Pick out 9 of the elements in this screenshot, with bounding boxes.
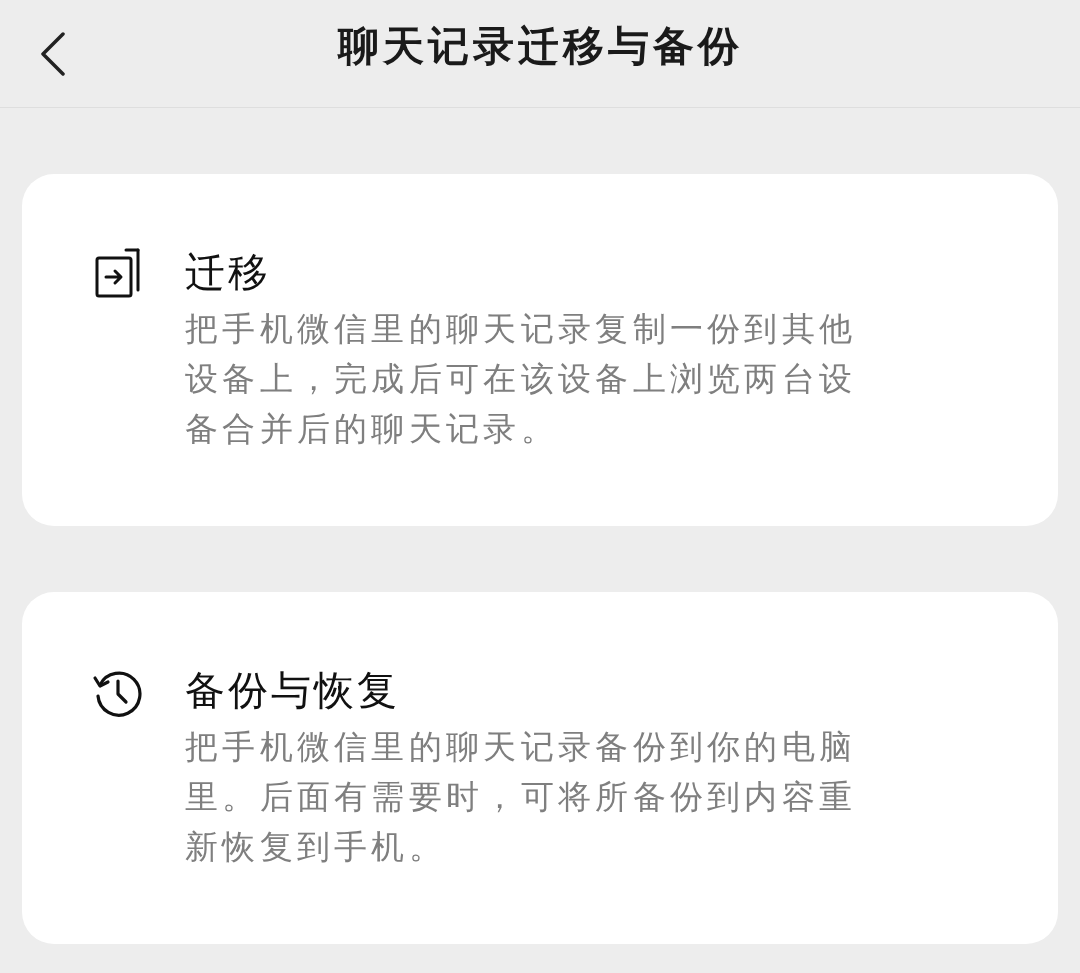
page-title: 聊天记录迁移与备份	[336, 21, 744, 72]
card-description: 把手机微信里的聊天记录备份到你的电脑里。后面有需要时，可将所备份到内容重新恢复到手机。	[185, 726, 858, 868]
option-card[interactable]: 备份与恢复 把手机微信里的聊天记录备份到你的电脑里。后面有需要时，可将所备份到内容重新恢复到手机。	[22, 592, 1058, 944]
card-title: 迁移	[185, 248, 272, 297]
import-icon	[93, 248, 142, 298]
card-title: 备份与恢复	[185, 666, 401, 715]
card-description: 把手机微信里的聊天记录复制一份到其他设备上，完成后可在该设备上浏览两台设备合并后的聊天记录。	[185, 308, 858, 450]
option-card[interactable]: 迁移 把手机微信里的聊天记录复制一份到其他设备上，完成后可在该设备上浏览两台设备合并后的聊天记录。	[22, 174, 1058, 526]
back-icon	[40, 31, 66, 76]
